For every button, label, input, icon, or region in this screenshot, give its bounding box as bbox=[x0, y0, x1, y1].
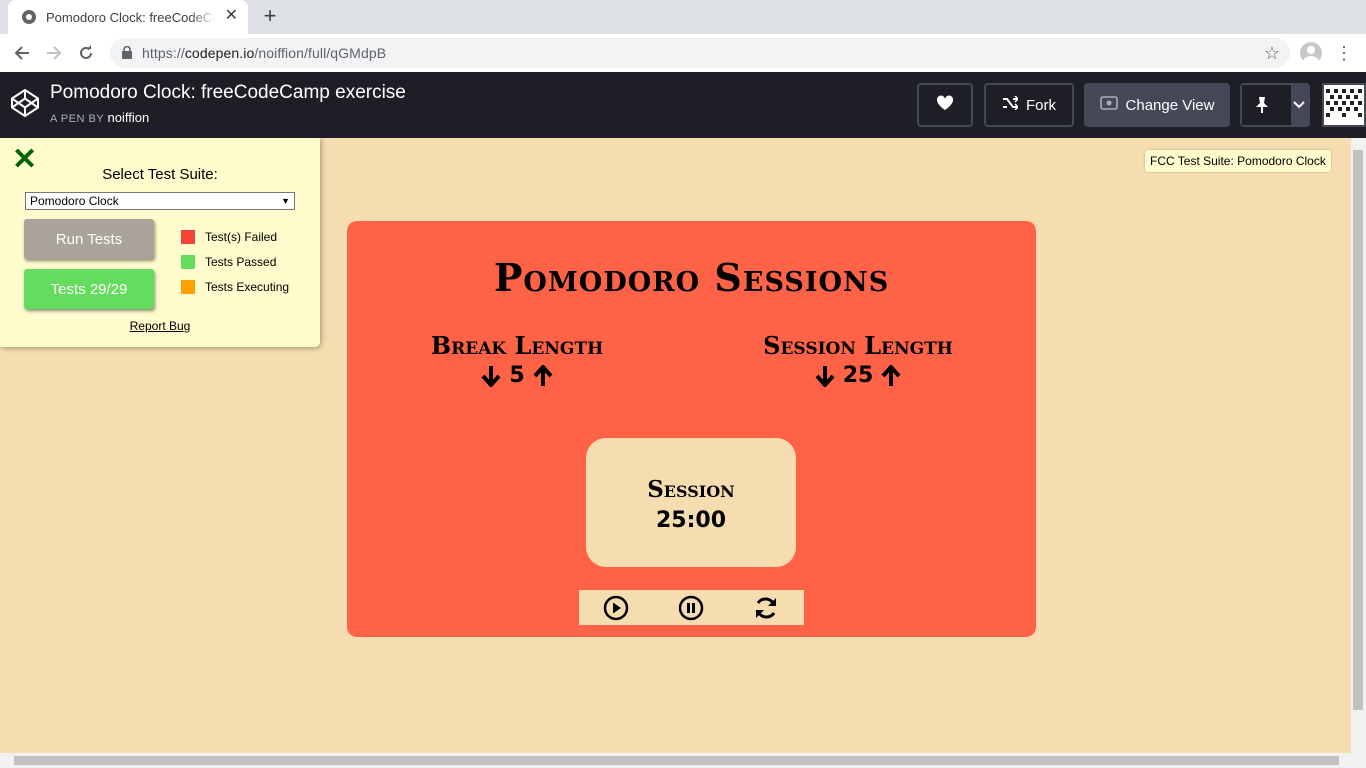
back-arrow-icon[interactable] bbox=[10, 41, 34, 65]
pause-icon[interactable] bbox=[678, 595, 704, 621]
pen-author-line: A PEN BY noiffion bbox=[50, 110, 150, 125]
timer-controls bbox=[579, 590, 804, 625]
fcc-test-suite-tag[interactable]: FCC Test Suite: Pomodoro Clock bbox=[1145, 150, 1331, 172]
user-avatar[interactable] bbox=[1322, 83, 1366, 127]
run-tests-button[interactable]: Run Tests bbox=[24, 219, 154, 259]
close-tab-icon[interactable]: ✕ bbox=[225, 8, 238, 24]
play-icon[interactable] bbox=[603, 595, 629, 621]
pen-author-link[interactable]: noiffion bbox=[108, 110, 150, 125]
report-bug-link[interactable]: Report Bug bbox=[0, 319, 320, 333]
session-increment-arrow-up-icon[interactable] bbox=[881, 364, 901, 388]
bookmark-star-icon[interactable]: ☆ bbox=[1264, 43, 1280, 64]
codepen-logo-icon[interactable] bbox=[10, 88, 40, 123]
tests-result-button[interactable]: Tests 29/29 bbox=[24, 269, 154, 309]
break-increment-arrow-up-icon[interactable] bbox=[533, 364, 553, 388]
browser-tab-title: Pomodoro Clock: freeCodeCamp exercise bbox=[46, 9, 216, 25]
time-left: 25:00 bbox=[655, 508, 727, 533]
browser-tab[interactable]: Pomodoro Clock: freeCodeCamp exercise ✕ bbox=[8, 0, 248, 34]
url-text: https://codepen.io/noiffion/full/qGMdpB bbox=[142, 45, 387, 61]
session-length-value: 25 bbox=[842, 363, 874, 388]
app-title: Pomodoro Sessions bbox=[493, 255, 890, 300]
legend-failed: Test(s) Failed bbox=[181, 230, 277, 244]
pin-icon bbox=[1242, 85, 1283, 125]
profile-avatar-icon[interactable] bbox=[1300, 42, 1322, 64]
fork-button[interactable]: Fork bbox=[984, 83, 1074, 127]
browser-toolbar: https://codepen.io/noiffion/full/qGMdpB … bbox=[0, 34, 1366, 73]
timer-label: Session bbox=[647, 476, 735, 503]
break-decrement-arrow-down-icon[interactable] bbox=[481, 364, 501, 388]
pen-title: Pomodoro Clock: freeCodeCamp exercise bbox=[50, 82, 406, 103]
break-control: 5 bbox=[387, 363, 647, 388]
chevron-down-icon[interactable] bbox=[1290, 85, 1308, 125]
heart-icon bbox=[936, 95, 954, 115]
legend-passed: Tests Passed bbox=[181, 255, 276, 269]
failed-swatch bbox=[181, 230, 195, 244]
reload-icon[interactable] bbox=[74, 41, 98, 65]
session-label: Session Length bbox=[763, 331, 953, 360]
select-suite-label: Select Test Suite: bbox=[102, 166, 218, 183]
browser-menu-icon[interactable]: ⋮ bbox=[1334, 42, 1354, 64]
fork-icon bbox=[1002, 95, 1020, 114]
test-suite-select[interactable]: Pomodoro Clock ▼ bbox=[25, 192, 295, 210]
pomodoro-card: Pomodoro Sessions Break Length 5 Session… bbox=[347, 221, 1036, 637]
codepen-favicon-icon bbox=[22, 10, 36, 24]
vertical-scrollbar[interactable] bbox=[1351, 138, 1366, 753]
forward-arrow-icon[interactable] bbox=[42, 41, 66, 65]
address-bar[interactable]: https://codepen.io/noiffion/full/qGMdpB … bbox=[110, 38, 1290, 68]
change-view-button[interactable]: Change View bbox=[1084, 83, 1230, 127]
vertical-scroll-thumb[interactable] bbox=[1353, 150, 1363, 710]
session-control: 25 bbox=[728, 363, 988, 388]
session-decrement-arrow-down-icon[interactable] bbox=[815, 364, 835, 388]
executing-swatch bbox=[181, 280, 195, 294]
dropdown-arrow-icon: ▼ bbox=[281, 196, 290, 206]
lock-icon bbox=[122, 45, 132, 64]
break-label: Break Length bbox=[430, 331, 604, 360]
eye-icon bbox=[1099, 96, 1118, 114]
codepen-header: Pomodoro Clock: freeCodeCamp exercise A … bbox=[0, 72, 1366, 138]
browser-tab-bar: Pomodoro Clock: freeCodeCamp exercise ✕ … bbox=[0, 0, 1366, 34]
new-tab-icon[interactable]: + bbox=[258, 4, 282, 28]
pin-button[interactable] bbox=[1240, 83, 1310, 127]
horizontal-scrollbar[interactable] bbox=[0, 753, 1366, 768]
break-length-value: 5 bbox=[509, 363, 525, 388]
horizontal-scroll-thumb[interactable] bbox=[14, 756, 1339, 765]
fcc-test-panel: ✕ Select Test Suite: Pomodoro Clock ▼ Ru… bbox=[0, 138, 320, 347]
timer-display: Session 25:00 bbox=[586, 438, 796, 567]
change-view-label: Change View bbox=[1125, 96, 1215, 114]
reset-refresh-icon[interactable] bbox=[753, 595, 779, 621]
heart-button[interactable] bbox=[917, 83, 973, 127]
passed-swatch bbox=[181, 255, 195, 269]
legend-executing: Tests Executing bbox=[181, 280, 289, 294]
fork-label: Fork bbox=[1026, 96, 1056, 114]
